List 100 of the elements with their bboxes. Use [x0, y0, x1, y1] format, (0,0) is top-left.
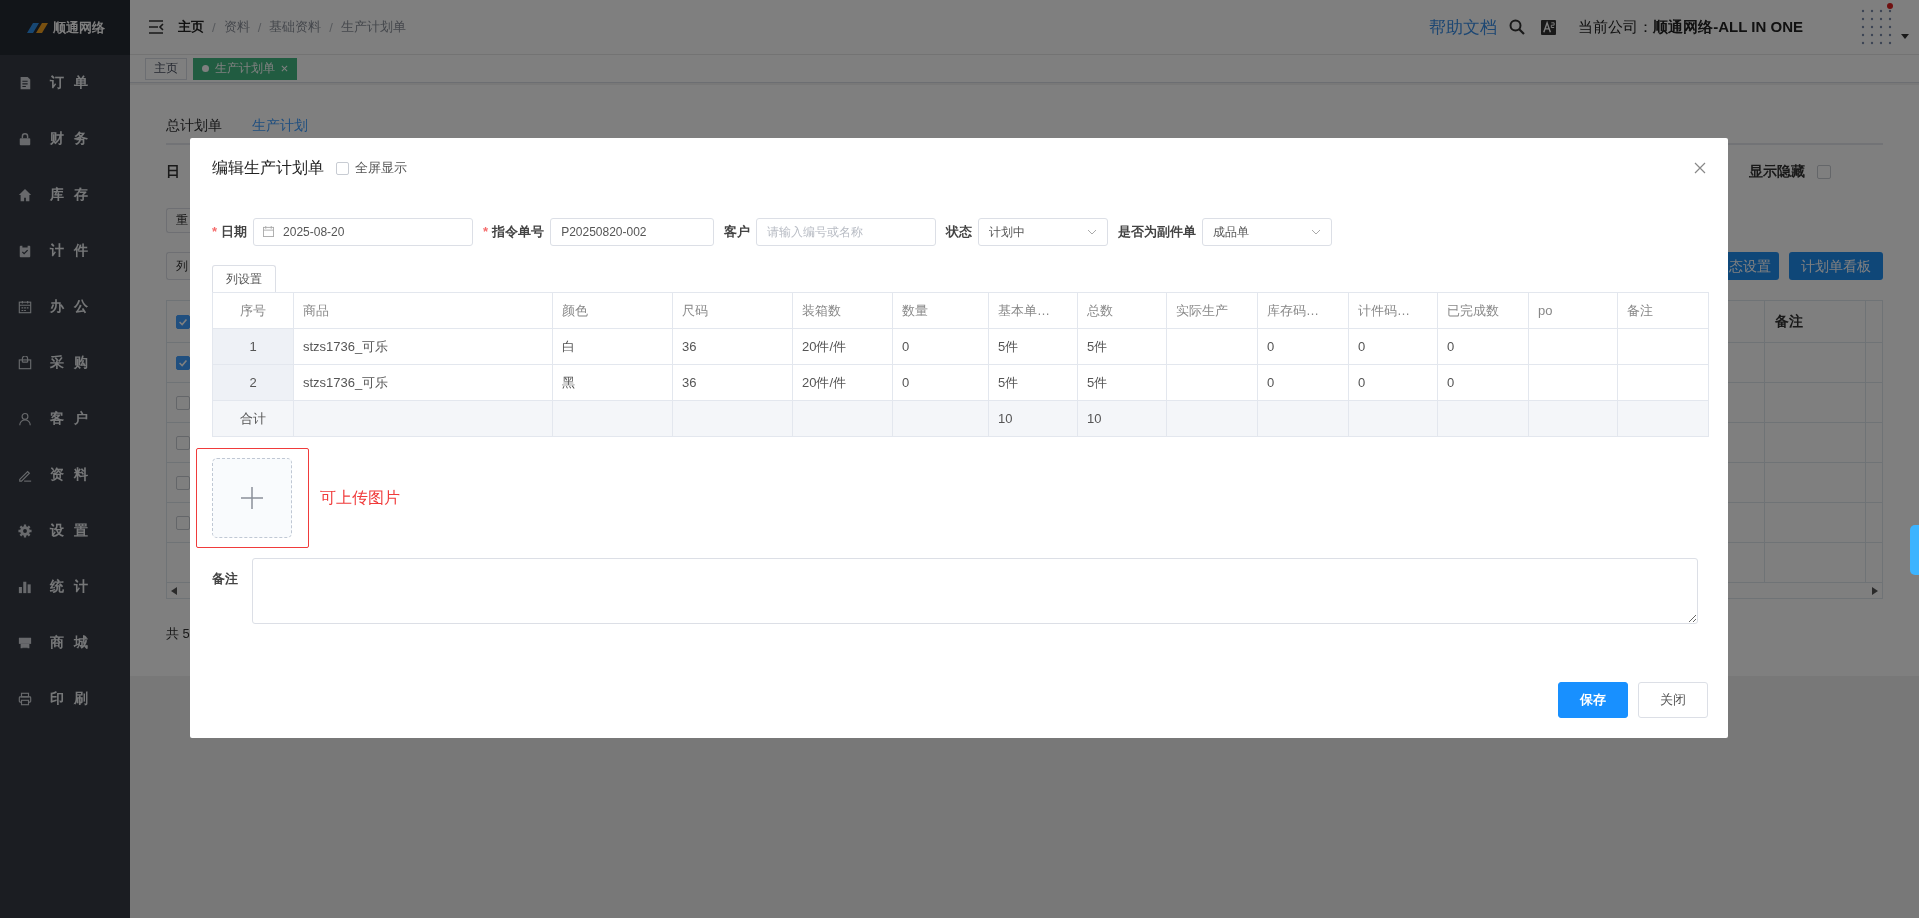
- text-field[interactable]: 请输入编号或名称: [756, 218, 937, 246]
- caret-icon[interactable]: [1901, 33, 1909, 39]
- text-field[interactable]: P20250820-002: [550, 218, 715, 246]
- table-cell: 合计: [212, 400, 294, 437]
- field-label: 备注: [212, 570, 239, 588]
- field-label: 是否为副件单: [1118, 223, 1197, 241]
- row-checkbox[interactable]: [176, 475, 190, 490]
- scroll-right-icon[interactable]: [1872, 586, 1878, 595]
- nav-item[interactable]: 计件: [0, 223, 130, 279]
- lock-icon: [18, 132, 32, 146]
- printer-icon: [18, 692, 32, 706]
- column-header: po: [1528, 292, 1618, 329]
- table-cell: 0: [892, 328, 989, 365]
- column-header: 库存码…: [1257, 292, 1349, 329]
- column-header: 备注: [1617, 292, 1709, 329]
- save-button[interactable]: 保存: [1558, 682, 1628, 718]
- page-tab[interactable]: 生产计划单: [193, 57, 297, 80]
- select-field[interactable]: 计划中: [978, 218, 1109, 246]
- table-cell: stzs1736_可乐: [293, 328, 553, 365]
- scroll-left-icon[interactable]: [171, 586, 177, 595]
- row-checkbox[interactable]: [176, 355, 190, 370]
- table-cell: 0: [1257, 364, 1349, 401]
- table-cell: 0: [1437, 328, 1529, 365]
- field-label: * 日期: [212, 223, 248, 241]
- board-button[interactable]: 计划单看板: [1789, 252, 1883, 280]
- column-header: 数量: [892, 292, 989, 329]
- checkbox[interactable]: [1817, 165, 1831, 179]
- document-icon: [18, 76, 32, 90]
- search-icon[interactable]: [1509, 19, 1526, 35]
- table-cell: 0: [1348, 328, 1438, 365]
- field-label: 客户: [724, 223, 751, 241]
- breadcrumb-separator: /: [257, 19, 262, 35]
- column-header: 备注: [1764, 301, 1866, 342]
- table-cell: 5件: [1077, 364, 1167, 401]
- status-dot: [202, 65, 209, 72]
- chevron-down-icon: [1311, 229, 1322, 235]
- nav-item[interactable]: 统计: [0, 559, 130, 615]
- fullscreen-checkbox[interactable]: [336, 161, 349, 175]
- table-cell: 36: [672, 328, 793, 365]
- table-cell: 5件: [988, 364, 1078, 401]
- calendar-icon: [18, 300, 32, 314]
- column-header: 尺码: [672, 292, 793, 329]
- side-handle[interactable]: [1910, 525, 1919, 575]
- nav-item[interactable]: 财务: [0, 111, 130, 167]
- table-cell: 36: [672, 364, 793, 401]
- column-header: 装箱数: [792, 292, 893, 329]
- nav-item[interactable]: 设置: [0, 503, 130, 559]
- person-icon: [18, 412, 32, 426]
- date-field[interactable]: 2025-08-20: [253, 218, 474, 246]
- column-settings-button[interactable]: 列设置: [212, 265, 276, 292]
- nav-item[interactable]: 库存: [0, 167, 130, 223]
- nav-item[interactable]: 办公: [0, 279, 130, 335]
- nav-item[interactable]: 商城: [0, 615, 130, 671]
- filter-label: 显示隐藏: [1749, 163, 1805, 181]
- nav-item[interactable]: 印刷: [0, 671, 130, 727]
- table-cell: 0: [1348, 364, 1438, 401]
- row-checkbox[interactable]: [176, 515, 190, 530]
- column-header: 计件码…: [1348, 292, 1438, 329]
- breadcrumb-separator: /: [212, 19, 216, 35]
- logo-icon: [25, 20, 49, 35]
- breadcrumb-separator: /: [329, 19, 333, 35]
- column-header: 总数: [1077, 292, 1167, 329]
- font-size-icon[interactable]: [1541, 19, 1557, 35]
- pencil-icon: [18, 468, 32, 482]
- table-cell: 5件: [988, 328, 1078, 365]
- menu-icon[interactable]: [148, 20, 164, 34]
- table-cell: 20件/件: [792, 364, 893, 401]
- field-label: * 指令单号: [483, 223, 545, 241]
- table-cell: 0: [892, 364, 989, 401]
- breadcrumb-link[interactable]: 资料: [223, 18, 250, 36]
- chevron-down-icon: [1087, 229, 1098, 235]
- row-checkbox[interactable]: [176, 435, 190, 450]
- column-header: 颜色: [552, 292, 673, 329]
- remark-field[interactable]: [252, 558, 1698, 624]
- field-label: 状态: [946, 223, 973, 241]
- nav-item[interactable]: 资料: [0, 447, 130, 503]
- nav-item[interactable]: 订单: [0, 55, 130, 111]
- settings-icon: [18, 524, 32, 538]
- upload-button[interactable]: [212, 458, 292, 538]
- breadcrumb-link[interactable]: 生产计划单: [340, 18, 406, 36]
- select-field[interactable]: 成品单: [1202, 218, 1333, 246]
- column-header: 商品: [293, 292, 553, 329]
- table-cell: 0: [1257, 328, 1349, 365]
- page-tab[interactable]: 主页: [145, 57, 187, 80]
- breadcrumb-link[interactable]: 主页: [178, 18, 204, 36]
- table-cell: 0: [1437, 364, 1529, 401]
- select-all-checkbox[interactable]: [176, 314, 190, 329]
- table-cell: stzs1736_可乐: [293, 364, 553, 401]
- row-checkbox[interactable]: [176, 395, 190, 410]
- help-link[interactable]: 帮助文档: [1429, 15, 1498, 39]
- table-cell: 20件/件: [792, 328, 893, 365]
- status-settings-button[interactable]: 态设置: [1725, 252, 1779, 280]
- close-button[interactable]: 关闭: [1638, 682, 1708, 718]
- nav-item[interactable]: 采购: [0, 335, 130, 391]
- table-cell: 1: [212, 328, 294, 365]
- nav-item[interactable]: 客户: [0, 391, 130, 447]
- filter-label: 日: [166, 163, 180, 181]
- record-count: 共 5: [166, 625, 191, 643]
- plus-icon: [240, 486, 264, 510]
- close-icon[interactable]: [1694, 162, 1706, 174]
